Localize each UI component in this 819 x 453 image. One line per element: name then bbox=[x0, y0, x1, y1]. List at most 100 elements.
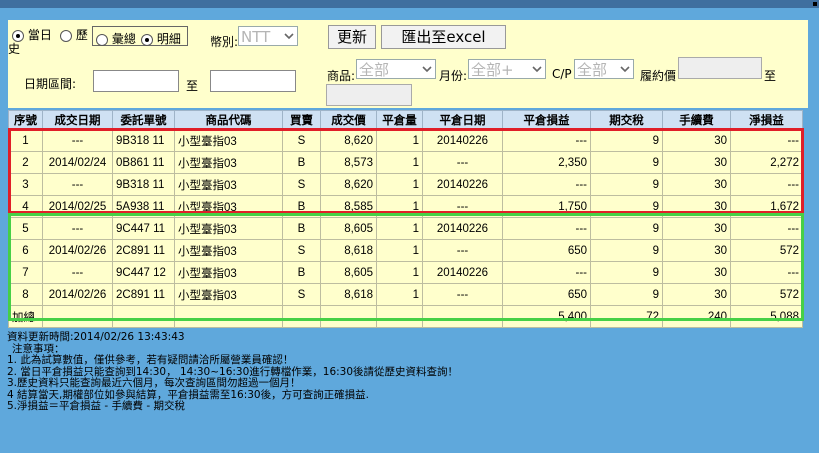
table-cell: 5A938 11 bbox=[112, 195, 175, 218]
table-cell: 2014/02/26 bbox=[42, 239, 113, 262]
view-mode-group: 彙總 明細 bbox=[92, 26, 188, 46]
table-cell: 30 bbox=[662, 151, 731, 174]
table-cell: 7 bbox=[8, 261, 43, 284]
month-select[interactable]: 全部+ bbox=[468, 59, 546, 79]
table-cell: --- bbox=[42, 129, 113, 152]
table-cell: 1,750 bbox=[502, 195, 591, 218]
radio-summary-circle[interactable] bbox=[96, 33, 108, 46]
currency-select[interactable]: NTT bbox=[238, 26, 298, 46]
table-cell: --- bbox=[422, 151, 503, 174]
table-cell: B bbox=[282, 151, 321, 174]
table-cell: 1 bbox=[376, 151, 423, 174]
table-cell: B bbox=[282, 261, 321, 284]
note-item-1: 1. 此為試算數值，僅供參考，若有疑問請洽所屬營業員確認！ bbox=[7, 354, 294, 366]
chevron-down-icon bbox=[422, 66, 432, 73]
total-cell bbox=[422, 305, 503, 328]
radio-summary[interactable]: 彙總 bbox=[96, 30, 136, 47]
radio-detail-label: 明細 bbox=[156, 32, 181, 46]
column-header: 序號 bbox=[8, 110, 43, 130]
table-row: 2 2014/02/24 0B861 11 小型臺指03 B 8,573 1 --- 2,350… bbox=[8, 151, 803, 174]
table-cell: S bbox=[282, 283, 321, 306]
table-cell: 小型臺指03 bbox=[174, 151, 283, 174]
table-cell: 9 bbox=[590, 217, 663, 240]
table-cell: 2 bbox=[8, 151, 43, 174]
radio-detail-circle[interactable] bbox=[141, 33, 153, 46]
radio-history-circle[interactable] bbox=[60, 29, 72, 42]
table-cell: 9C447 12 bbox=[112, 261, 175, 284]
cp-value: 全部 bbox=[577, 61, 608, 79]
note-item-3: 3.歷史資料只能查詢最近六個月，每次查詢區間勿超過一個月！ bbox=[7, 377, 301, 389]
table-cell: 8,620 bbox=[320, 173, 377, 196]
column-header: 買賣 bbox=[282, 110, 321, 130]
table-cell: 30 bbox=[662, 129, 731, 152]
table-cell: S bbox=[282, 239, 321, 262]
date-end-input[interactable] bbox=[210, 70, 296, 92]
column-header: 平倉損益 bbox=[502, 110, 591, 130]
radio-detail[interactable]: 明細 bbox=[141, 30, 181, 47]
table-cell: 2C891 11 bbox=[112, 239, 175, 262]
table-cell: --- bbox=[42, 173, 113, 196]
table-cell: 9 bbox=[590, 151, 663, 174]
table-cell: 2C891 11 bbox=[112, 283, 175, 306]
table-cell: 30 bbox=[662, 261, 731, 284]
product-select[interactable]: 全部 bbox=[356, 59, 436, 79]
table-cell: 572 bbox=[730, 239, 803, 262]
table-cell: --- bbox=[730, 217, 803, 240]
column-header: 淨損益 bbox=[730, 110, 803, 130]
total-cell: 240 bbox=[662, 305, 731, 328]
table-cell: 8,618 bbox=[320, 283, 377, 306]
table-cell: 650 bbox=[502, 283, 591, 306]
results-table-wrap: 序號 成交日期 委託單號 商品代碼 買賣 成交價 平倉量 平倉日期 平倉損益 期交稅 手續費 淨損益 … bbox=[8, 110, 803, 328]
table-row: 1 --- 9B318 11 小型臺指03 S 8,620 1 20140226 --- 9 30-… bbox=[8, 129, 803, 152]
total-cell: 加總 bbox=[8, 305, 43, 328]
strike-to-input[interactable] bbox=[326, 84, 412, 106]
chevron-down-icon bbox=[620, 66, 630, 73]
total-cell bbox=[42, 305, 113, 328]
results-table: 序號 成交日期 委託單號 商品代碼 買賣 成交價 平倉量 平倉日期 平倉損益 期交稅 手續費 淨損益 … bbox=[8, 110, 803, 328]
total-cell bbox=[112, 305, 175, 328]
chevron-down-icon bbox=[284, 33, 294, 40]
table-cell: 小型臺指03 bbox=[174, 261, 283, 284]
table-row: 5 --- 9C447 11 小型臺指03 B 8,605 1 20140226 --- 9 30-… bbox=[8, 217, 803, 240]
column-header: 委託單號 bbox=[112, 110, 175, 130]
chevron-down-icon bbox=[532, 66, 542, 73]
table-cell: --- bbox=[502, 261, 591, 284]
table-cell: 4 bbox=[8, 195, 43, 218]
radio-history-label-b: 史 bbox=[8, 42, 21, 56]
table-cell: 1,672 bbox=[730, 195, 803, 218]
export-excel-button[interactable]: 匯出至excel bbox=[381, 25, 506, 49]
table-cell: 6 bbox=[8, 239, 43, 262]
table-cell: 1 bbox=[376, 173, 423, 196]
table-cell: --- bbox=[422, 195, 503, 218]
table-cell: 9 bbox=[590, 129, 663, 152]
table-cell: --- bbox=[502, 129, 591, 152]
table-cell: --- bbox=[42, 217, 113, 240]
table-cell: 9B318 11 bbox=[112, 129, 175, 152]
total-cell bbox=[376, 305, 423, 328]
table-cell: 2014/02/25 bbox=[42, 195, 113, 218]
cp-label: C/P bbox=[552, 67, 572, 81]
radio-history[interactable]: 歷 bbox=[60, 26, 88, 43]
date-to-label: 至 bbox=[186, 79, 199, 93]
table-cell: 1 bbox=[376, 283, 423, 306]
table-cell: 小型臺指03 bbox=[174, 129, 283, 152]
table-cell: 9C447 11 bbox=[112, 217, 175, 240]
table-cell: 3 bbox=[8, 173, 43, 196]
table-cell: --- bbox=[730, 129, 803, 152]
strike-to-label: 至 bbox=[764, 69, 777, 83]
table-row: 7 --- 9C447 12 小型臺指03 B 8,605 1 20140226 --- 9 30-… bbox=[8, 261, 803, 284]
date-range-label: 日期區間: bbox=[24, 77, 77, 91]
table-cell: 0B861 11 bbox=[112, 151, 175, 174]
table-cell: 20140226 bbox=[422, 261, 503, 284]
radio-today-label: 當日 bbox=[27, 28, 52, 42]
table-cell: --- bbox=[502, 217, 591, 240]
table-cell: --- bbox=[422, 283, 503, 306]
date-start-input[interactable] bbox=[93, 70, 179, 92]
cp-select[interactable]: 全部 bbox=[574, 59, 634, 79]
table-total-row: 加總 5,400 72 240 5,088 bbox=[8, 305, 803, 328]
refresh-button[interactable]: 更新 bbox=[328, 25, 376, 49]
table-cell: 8,620 bbox=[320, 129, 377, 152]
table-cell: 9B318 11 bbox=[112, 173, 175, 196]
strike-from-input[interactable] bbox=[678, 57, 762, 79]
table-cell: 小型臺指03 bbox=[174, 239, 283, 262]
